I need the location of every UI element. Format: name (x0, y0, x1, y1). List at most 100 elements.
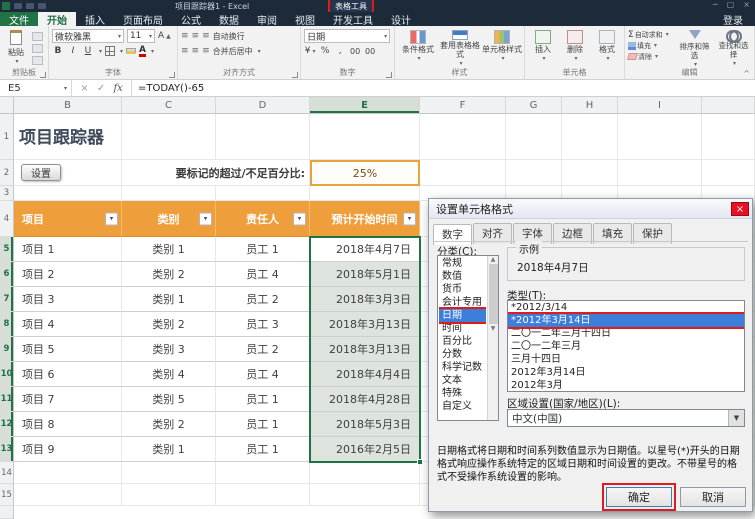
tab-home[interactable]: 开始 (38, 12, 76, 26)
percent-style-button[interactable]: % (319, 45, 331, 58)
table-row-cell[interactable]: 项目 3 (14, 287, 122, 312)
row-header[interactable]: 3 (0, 186, 14, 201)
filter-dropdown-icon[interactable]: ▾ (293, 212, 306, 225)
empty-cell[interactable] (562, 114, 618, 160)
category-item[interactable]: 常规 (439, 257, 486, 270)
tab-developer[interactable]: 开发工具 (324, 12, 382, 26)
table-row-cell[interactable]: 员工 1 (216, 437, 310, 462)
save-icon[interactable] (14, 3, 22, 9)
tab-review[interactable]: 审阅 (248, 12, 286, 26)
comma-style-button[interactable]: , (334, 45, 346, 58)
name-box[interactable]: E5 ▾ (0, 80, 72, 96)
table-row-cell[interactable]: 2018年3月13日 (310, 312, 420, 337)
minimize-icon[interactable]: ─ (713, 0, 718, 9)
align-bottom-icon[interactable]: ≡ (202, 31, 210, 41)
chevron-down-icon[interactable]: ▼ (728, 410, 744, 426)
accounting-format-button[interactable]: ¥▾ (304, 45, 316, 58)
empty-cell[interactable] (122, 484, 216, 506)
filter-dropdown-icon[interactable]: ▾ (199, 212, 212, 225)
table-row-cell[interactable]: 类别 2 (122, 412, 216, 437)
dialog-close-button[interactable]: × (731, 202, 749, 216)
format-cells-button[interactable]: 格式 ▾ (592, 29, 622, 68)
type-item[interactable]: 二〇一二年三月十四日 (508, 327, 744, 340)
dialog-titlebar[interactable]: 设置单元格格式 (429, 199, 752, 219)
select-all-corner[interactable] (0, 97, 14, 113)
empty-cell[interactable] (216, 114, 310, 160)
grow-font-button[interactable]: A▲ (158, 30, 171, 43)
table-row-cell[interactable]: 类别 3 (122, 337, 216, 362)
table-row-cell[interactable]: 类别 4 (122, 362, 216, 387)
column-header-d[interactable]: D (216, 97, 310, 113)
insert-function-icon[interactable]: fx (113, 83, 122, 94)
undo-icon[interactable] (26, 3, 34, 9)
row-header[interactable]: 5 (0, 237, 14, 262)
column-header-g[interactable]: G (506, 97, 562, 113)
insert-cells-button[interactable]: 插入 ▾ (528, 29, 558, 68)
empty-cell[interactable] (506, 160, 562, 186)
table-row-cell[interactable]: 2018年5月1日 (310, 262, 420, 287)
fill-button[interactable]: 填充▾ (628, 40, 674, 51)
category-item[interactable]: 会计专用 (439, 296, 486, 309)
decrease-decimal-button[interactable]: 00 (364, 45, 376, 58)
scrollbar[interactable]: ▲ ▼ (487, 256, 498, 420)
table-row-cell[interactable]: 项目 8 (14, 412, 122, 437)
table-row-cell[interactable]: 2018年4月4日 (310, 362, 420, 387)
dialog-launcher-icon[interactable] (292, 72, 298, 78)
clear-button[interactable]: 清除▾ (628, 51, 674, 62)
empty-cell[interactable] (14, 462, 122, 484)
table-row-cell[interactable]: 项目 2 (14, 262, 122, 287)
row-header[interactable]: 8 (0, 312, 14, 337)
underline-button[interactable]: U (82, 45, 94, 58)
cut-icon[interactable] (32, 32, 43, 41)
font-color-icon[interactable]: A (139, 46, 146, 57)
category-item[interactable]: 特殊 (439, 387, 486, 400)
font-name-combo[interactable]: 微软雅黑 ▾ (52, 29, 124, 43)
cell-title[interactable]: 项目跟踪器 (14, 114, 122, 160)
category-item[interactable]: 时间 (439, 322, 486, 335)
row-header[interactable]: 10 (0, 362, 14, 387)
empty-cell[interactable] (310, 484, 420, 506)
table-row-cell[interactable]: 项目 7 (14, 387, 122, 412)
borders-icon[interactable] (105, 46, 115, 56)
threshold-label[interactable]: 要标记的超过/不足百分比: (122, 160, 310, 186)
copy-icon[interactable] (32, 44, 43, 53)
table-row-cell[interactable]: 2018年4月28日 (310, 387, 420, 412)
table-row-cell[interactable]: 员工 3 (216, 312, 310, 337)
align-right-icon[interactable]: ≡ (202, 46, 210, 56)
table-row-cell[interactable]: 2018年3月3日 (310, 287, 420, 312)
ok-button[interactable]: 确定 (606, 487, 672, 507)
category-item[interactable]: 数值 (439, 270, 486, 283)
table-row-cell[interactable]: 员工 1 (216, 237, 310, 262)
signin-button[interactable]: 登录 (723, 12, 755, 26)
category-item[interactable]: 分数 (439, 348, 486, 361)
row-header[interactable]: 15 (0, 484, 14, 506)
delete-cells-button[interactable]: 删除 ▾ (560, 29, 590, 68)
align-top-icon[interactable]: ≡ (181, 31, 189, 41)
active-cell-e5[interactable]: 2018年4月7日 (310, 237, 420, 262)
increase-decimal-button[interactable]: 00 (349, 45, 361, 58)
format-painter-icon[interactable] (32, 56, 43, 65)
dialog-launcher-icon[interactable] (169, 72, 175, 78)
row-header[interactable]: 12 (0, 412, 14, 437)
cell-settings[interactable]: 设置 (14, 160, 122, 186)
category-item-date[interactable]: 日期 (439, 309, 486, 322)
table-row-cell[interactable]: 员工 1 (216, 387, 310, 412)
table-row-cell[interactable]: 项目 5 (14, 337, 122, 362)
format-as-table-button[interactable]: 套用表格格式 ▾ (440, 29, 480, 68)
cell-styles-button[interactable]: 单元格样式 ▾ (482, 29, 522, 68)
table-row-cell[interactable]: 员工 4 (216, 262, 310, 287)
chevron-down-icon[interactable]: ▾ (151, 48, 154, 55)
fill-color-icon[interactable] (126, 48, 136, 54)
type-item[interactable]: 2012年3月14日 (508, 366, 744, 379)
empty-cell[interactable] (420, 160, 506, 186)
wrap-text-button[interactable]: 自动换行 (213, 31, 245, 42)
row-header[interactable]: 13 (0, 437, 14, 462)
chevron-down-icon[interactable]: ▾ (120, 48, 123, 55)
column-header-e[interactable]: E (310, 97, 420, 113)
tab-formulas[interactable]: 公式 (172, 12, 210, 26)
table-row-cell[interactable]: 员工 2 (216, 337, 310, 362)
empty-cell[interactable] (618, 114, 702, 160)
column-header-i[interactable]: I (618, 97, 702, 113)
table-row-cell[interactable]: 员工 2 (216, 287, 310, 312)
conditional-formatting-button[interactable]: 条件格式 ▾ (398, 29, 438, 68)
